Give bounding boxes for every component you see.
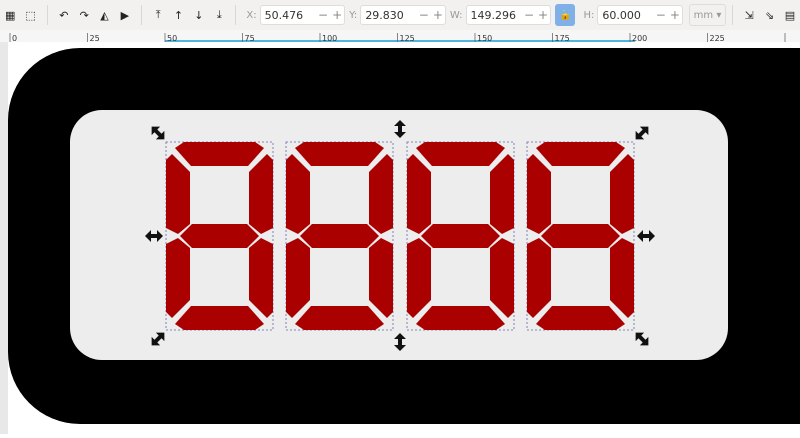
segment-bottom — [536, 306, 625, 330]
segment-bottom — [175, 306, 264, 330]
select-all-icon[interactable]: ▦ — [0, 4, 20, 26]
page-margin — [0, 42, 8, 434]
segment-middle — [421, 224, 500, 248]
y-label: Y: — [349, 9, 358, 21]
scale-corners-icon[interactable]: ⇘ — [759, 4, 779, 26]
h-increment[interactable]: + — [668, 8, 682, 22]
w-label: W: — [449, 9, 463, 21]
raise-to-top-icon[interactable]: ⤒ — [148, 4, 168, 26]
scale-stroke-icon[interactable]: ⇲ — [739, 4, 759, 26]
drawing — [0, 42, 800, 434]
x-decrement[interactable]: − — [316, 8, 330, 22]
display-panel[interactable] — [70, 110, 728, 360]
segment-top — [416, 142, 505, 166]
rotate-cw-icon[interactable]: ↷ — [74, 4, 94, 26]
w-value: 149.296 — [470, 8, 517, 22]
w-field[interactable]: 149.296− + — [465, 5, 552, 25]
w-increment[interactable]: + — [536, 8, 550, 22]
x-value: 50.476 — [264, 8, 304, 22]
flip-horizontal-icon[interactable]: ◭ — [94, 4, 114, 26]
y-value: 29.830 — [365, 8, 404, 22]
y-decrement[interactable]: − — [417, 8, 431, 22]
transform-gradients-icon[interactable]: ▤ — [780, 4, 800, 26]
h-decrement[interactable]: − — [654, 8, 668, 22]
segment-middle — [541, 224, 620, 248]
lower-to-bottom-icon[interactable]: ⤓ — [209, 4, 229, 26]
w-decrement[interactable]: − — [522, 8, 536, 22]
segment-middle — [180, 224, 259, 248]
flip-vertical-icon[interactable]: ▶ — [115, 4, 135, 26]
lower-icon[interactable]: ↓ — [189, 4, 209, 26]
canvas[interactable] — [0, 42, 800, 434]
segment-middle — [300, 224, 379, 248]
unit-select[interactable]: mm ▾ — [688, 4, 727, 26]
segment-bottom — [416, 306, 505, 330]
x-field[interactable]: 50.476− + — [259, 5, 346, 25]
y-increment[interactable]: + — [431, 8, 445, 22]
segment-top — [295, 142, 384, 166]
unit-value: mm — [693, 9, 714, 21]
lock-ratio-icon[interactable]: 🔒 — [555, 4, 576, 26]
rotate-ccw-icon[interactable]: ↶ — [54, 4, 74, 26]
h-value: 60.000 — [602, 8, 641, 22]
h-label: H: — [583, 9, 595, 21]
tool-controls-bar: ▦ ⬚ ↶ ↷ ◭ ▶ ⤒ ↑ ↓ ⤓ X: 50.476− + Y: 29.83… — [0, 0, 800, 30]
select-same-icon[interactable]: ⬚ — [20, 4, 40, 26]
x-increment[interactable]: + — [330, 8, 344, 22]
segment-bottom — [295, 306, 384, 330]
segment-top — [175, 142, 264, 166]
y-field[interactable]: 29.830− + — [360, 5, 446, 25]
segment-top — [536, 142, 625, 166]
x-label: X: — [246, 9, 257, 21]
raise-icon[interactable]: ↑ — [168, 4, 188, 26]
h-field[interactable]: 60.000− + — [597, 5, 683, 25]
